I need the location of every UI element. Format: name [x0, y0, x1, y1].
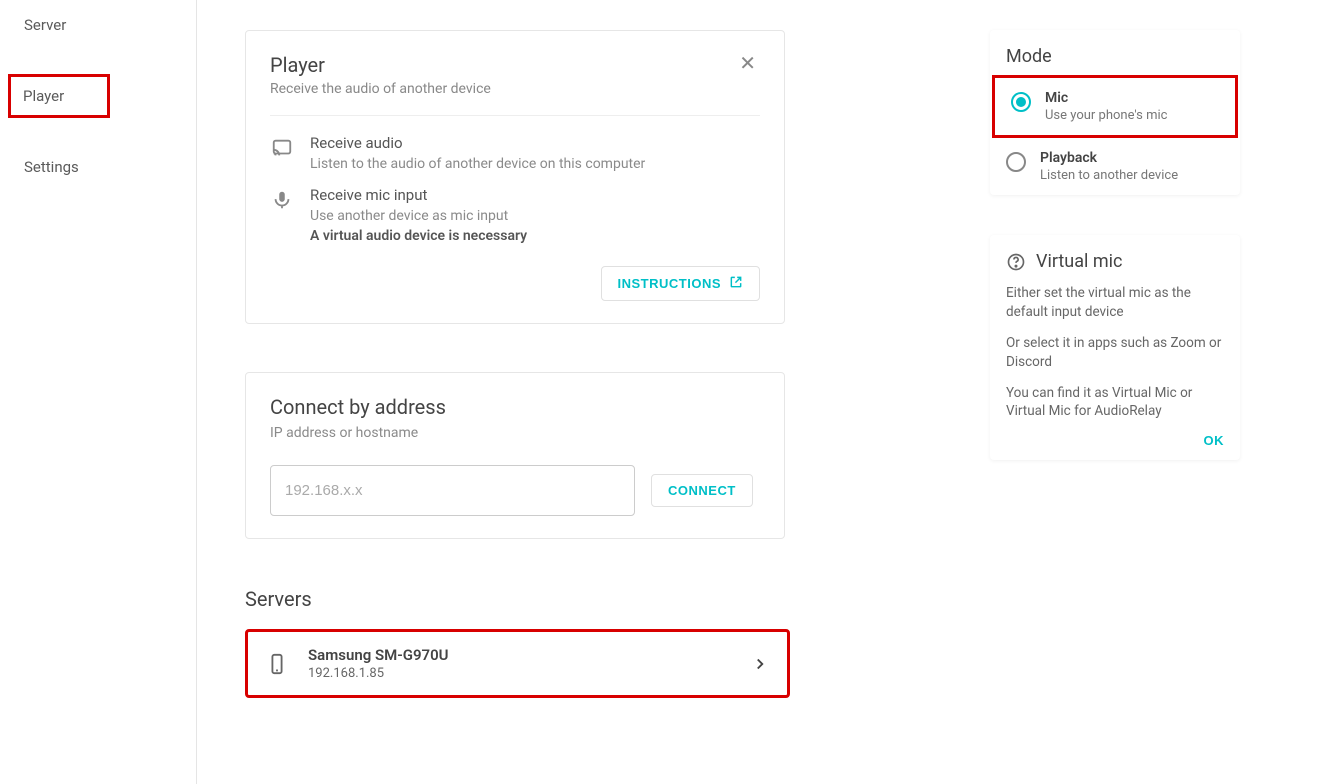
mode-panel-title: Mode [990, 30, 1240, 75]
virtual-mic-title-row: Virtual mic [990, 235, 1240, 280]
open-external-icon [729, 275, 743, 292]
radio-desc: Listen to another device [1040, 168, 1178, 183]
servers-heading: Servers [245, 587, 942, 611]
option-body: Receive mic input Use another device as … [310, 186, 760, 244]
radio-unselected-icon [1006, 152, 1026, 172]
virtual-mic-text-2: Or select it in apps such as Zoom or Dis… [990, 330, 1240, 380]
ok-button[interactable]: OK [1204, 433, 1225, 448]
phone-icon [266, 653, 288, 675]
instructions-label: INSTRUCTIONS [618, 276, 722, 291]
chevron-right-icon [751, 655, 769, 673]
divider [270, 115, 760, 116]
radio-label: Playback [1040, 150, 1178, 166]
radio-dot [1016, 97, 1026, 107]
option-desc: Use another device as mic input [310, 208, 760, 224]
ip-input[interactable] [270, 465, 635, 516]
connect-button-label: CONNECT [668, 483, 736, 498]
microphone-icon [270, 188, 294, 212]
server-ip: 192.168.1.85 [308, 666, 731, 681]
sidebar-item-player[interactable]: Player [8, 74, 110, 118]
server-name: Samsung SM-G970U [308, 646, 731, 664]
help-icon [1006, 252, 1026, 272]
radio-selected-icon [1011, 92, 1031, 112]
ok-label: OK [1204, 433, 1225, 448]
player-card-header: Player Receive the audio of another devi… [270, 53, 760, 97]
option-title: Receive audio [310, 134, 760, 152]
option-note: A virtual audio device is necessary [310, 228, 760, 244]
sidebar: Server Player Settings [0, 0, 197, 784]
instructions-button[interactable]: INSTRUCTIONS [601, 266, 761, 301]
right-column: Mode Mic Use your phone's mic Playback L… [990, 0, 1327, 784]
virtual-mic-panel: Virtual mic Either set the virtual mic a… [990, 235, 1240, 460]
connect-row: CONNECT [270, 465, 760, 516]
player-card-titleblock: Player Receive the audio of another devi… [270, 53, 491, 97]
option-desc: Listen to the audio of another device on… [310, 156, 760, 172]
close-icon[interactable]: ✕ [735, 53, 760, 73]
radio-desc: Use your phone's mic [1045, 108, 1167, 123]
radio-body: Mic Use your phone's mic [1045, 90, 1167, 123]
sidebar-item-label: Server [24, 16, 66, 34]
virtual-mic-text-3: You can find it as Virtual Mic or Virtua… [990, 380, 1240, 430]
mode-option-mic[interactable]: Mic Use your phone's mic [992, 75, 1238, 138]
cast-icon [270, 136, 294, 160]
option-receive-audio[interactable]: Receive audio Listen to the audio of ano… [270, 120, 760, 172]
virtual-mic-text-1: Either set the virtual mic as the defaul… [990, 280, 1240, 330]
mode-panel: Mode Mic Use your phone's mic Playback L… [990, 30, 1240, 195]
player-card: Player Receive the audio of another devi… [245, 30, 785, 324]
instructions-row: INSTRUCTIONS [270, 266, 760, 301]
app-layout: Server Player Settings Player Receive th… [0, 0, 1327, 784]
player-card-subtitle: Receive the audio of another device [270, 81, 491, 97]
connect-button[interactable]: CONNECT [651, 474, 753, 507]
option-receive-mic[interactable]: Receive mic input Use another device as … [270, 172, 760, 244]
server-row[interactable]: Samsung SM-G970U 192.168.1.85 [245, 629, 790, 698]
sidebar-item-settings[interactable]: Settings [0, 146, 196, 188]
option-title: Receive mic input [310, 186, 760, 204]
main-content: Player Receive the audio of another devi… [197, 0, 990, 784]
sidebar-item-server[interactable]: Server [0, 4, 196, 46]
radio-label: Mic [1045, 90, 1167, 106]
connect-card: Connect by address IP address or hostnam… [245, 372, 785, 539]
radio-body: Playback Listen to another device [1040, 150, 1178, 183]
mode-option-playback[interactable]: Playback Listen to another device [990, 138, 1240, 195]
sidebar-item-label: Player [23, 87, 64, 105]
connect-title: Connect by address [270, 395, 760, 419]
player-card-title: Player [270, 53, 491, 77]
virtual-mic-title: Virtual mic [1036, 251, 1122, 272]
server-info: Samsung SM-G970U 192.168.1.85 [308, 646, 731, 681]
virtual-mic-actions: OK [990, 429, 1240, 460]
option-body: Receive audio Listen to the audio of ano… [310, 134, 760, 172]
sidebar-item-label: Settings [24, 158, 79, 176]
connect-label: IP address or hostname [270, 425, 760, 441]
